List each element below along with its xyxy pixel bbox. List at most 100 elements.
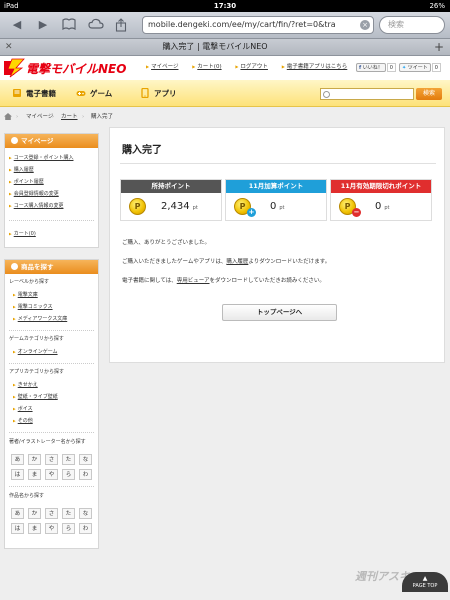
site-search-button[interactable]: 検索 xyxy=(416,88,442,100)
sidebar-link-course-register[interactable]: コース登録・ポイント購入 xyxy=(9,154,74,163)
new-tab-icon[interactable]: + xyxy=(434,39,444,55)
forward-icon[interactable]: ▶ xyxy=(36,18,50,32)
work-kana-ha-button[interactable]: は xyxy=(11,523,24,534)
kana-na-button[interactable]: な xyxy=(79,454,92,465)
sidebar-divider xyxy=(9,432,94,433)
breadcrumb-mypage[interactable]: マイページ xyxy=(26,108,53,126)
app-icon xyxy=(140,87,150,99)
purchase-history-link[interactable]: 購入履歴 xyxy=(226,259,248,265)
sidebar-link-course-info[interactable]: コース購入情報の変更 xyxy=(9,202,64,211)
share-icon[interactable] xyxy=(114,18,128,32)
header-links: マイページ カート(0) ログアウト 電子書籍アプリはこちら xyxy=(146,58,359,76)
kana-ka-button[interactable]: か xyxy=(28,454,41,465)
icloud-tabs-icon[interactable] xyxy=(88,18,104,32)
clear-url-icon[interactable]: × xyxy=(360,20,370,30)
work-kana-sa-button[interactable]: さ xyxy=(45,508,58,519)
kana-ra-button[interactable]: ら xyxy=(62,469,75,480)
download-message-pre: ご購入いただきましたゲームやアプリは、 xyxy=(122,259,227,265)
expiring-points-header: 11月有効期限切れポイント xyxy=(331,180,431,193)
close-tab-icon[interactable]: ✕ xyxy=(5,39,13,55)
added-points-value-wrap: 0 pt xyxy=(270,201,285,214)
gamepad-icon xyxy=(76,88,86,98)
ebook-app-link[interactable]: 電子書籍アプリはこちら xyxy=(282,64,348,70)
top-page-button[interactable]: トップページへ xyxy=(222,304,337,321)
url-text: mobile.dengeki.com/ee/my/cart/fin/?ret=0… xyxy=(148,20,336,29)
point-coin-icon: P xyxy=(129,198,146,215)
kana-ta-button[interactable]: た xyxy=(62,454,75,465)
work-kana-ya-button[interactable]: や xyxy=(45,523,58,534)
url-field[interactable]: mobile.dengeki.com/ee/my/cart/fin/?ret=0… xyxy=(142,16,374,34)
site-search-input[interactable] xyxy=(320,88,414,100)
sidebar-link-kisekae[interactable]: きせかえ xyxy=(13,381,38,390)
home-icon[interactable] xyxy=(4,113,12,120)
kana-ma-button[interactable]: ま xyxy=(28,469,41,480)
back-icon[interactable]: ◀ xyxy=(10,18,24,32)
sidebar-link-purchase-history[interactable]: 購入履歴 xyxy=(9,166,34,175)
sidebar-link-label-3[interactable]: メディアワークス文庫 xyxy=(13,315,68,324)
ebook-message: 電子書籍に関しては、専用ビューアをダウンロードしていただきお読みください。 xyxy=(122,277,325,285)
work-kana-na-button[interactable]: な xyxy=(79,508,92,519)
nav-ebooks[interactable]: 電子書籍 xyxy=(12,86,56,101)
main-panel: 購入完了 所持ポイント P 2,434 pt 11月加算ポイント P + 0 pt … xyxy=(109,127,445,363)
breadcrumb-separator: › xyxy=(82,114,85,120)
sidebar-divider xyxy=(9,363,94,364)
book-icon xyxy=(12,88,22,98)
breadcrumb-cart[interactable]: カート xyxy=(61,108,78,126)
mypage-link[interactable]: マイページ xyxy=(146,64,178,70)
logout-link[interactable]: ログアウト xyxy=(235,64,268,70)
sidebar-link-label-2[interactable]: 電撃コミックス xyxy=(13,303,53,312)
sidebar-link-other[interactable]: その他 xyxy=(13,417,33,426)
kana-ha-button[interactable]: は xyxy=(11,469,24,480)
work-kana-a-button[interactable]: あ xyxy=(11,508,24,519)
site-logo[interactable]: 電撃モバイルNEO xyxy=(4,58,136,78)
nav-ebooks-label: 電子書籍 xyxy=(26,89,56,98)
tab-bar: 購入完了 | 電撃モバイルNEO ✕ + xyxy=(0,39,450,56)
expiring-points-unit: pt xyxy=(384,205,390,211)
sidebar-link-label-1[interactable]: 電撃文庫 xyxy=(13,291,38,300)
expiring-points-card: 11月有効期限切れポイント P − 0 pt xyxy=(330,179,432,221)
sidebar-link-point-history[interactable]: ポイント履歴 xyxy=(9,178,44,187)
sidebar-divider xyxy=(9,220,94,221)
sidebar-link-cart[interactable]: カート(0) xyxy=(9,230,36,239)
page-top-label: PAGE TOP xyxy=(412,583,438,589)
work-kana-wa-button[interactable]: わ xyxy=(79,523,92,534)
owned-points-header: 所持ポイント xyxy=(121,180,221,193)
work-kana-ka-button[interactable]: か xyxy=(28,508,41,519)
kana-a-button[interactable]: あ xyxy=(11,454,24,465)
sidebar-link-voice[interactable]: ボイス xyxy=(13,405,33,414)
sidebar-link-member-info[interactable]: 会員登録情報の変更 xyxy=(9,190,59,199)
facebook-icon: f xyxy=(359,65,362,71)
category-nav: 電子書籍 ゲーム アプリ 検索 xyxy=(0,80,450,107)
work-kana-ra-button[interactable]: ら xyxy=(62,523,75,534)
bookmarks-icon[interactable] xyxy=(62,18,76,32)
browser-search-field[interactable]: 検索 xyxy=(379,16,445,34)
nav-apps[interactable]: アプリ xyxy=(140,86,177,101)
owned-points-value-wrap: 2,434 pt xyxy=(161,201,198,214)
clock: 17:30 xyxy=(213,2,237,10)
tweet-button[interactable]: ✦ ツイート xyxy=(398,63,431,72)
sidebar-mypage-header: マイページ xyxy=(5,134,98,148)
page-top-button[interactable]: ▲ PAGE TOP xyxy=(402,572,448,592)
kana-sa-button[interactable]: さ xyxy=(45,454,58,465)
breadcrumb-current: 購入完了 xyxy=(91,114,114,120)
nav-games[interactable]: ゲーム xyxy=(76,86,112,101)
sidebar-link-online-game[interactable]: オンラインゲーム xyxy=(13,348,58,357)
work-group-title: 作品名から探す xyxy=(9,493,45,499)
added-points-unit: pt xyxy=(279,205,285,211)
kana-wa-button[interactable]: わ xyxy=(79,469,92,480)
sidebar-divider xyxy=(9,486,94,487)
game-group-title: ゲームカテゴリから探す xyxy=(9,336,64,342)
added-points-card: 11月加算ポイント P + 0 pt xyxy=(225,179,327,221)
battery-level: 26% xyxy=(429,2,445,10)
like-button[interactable]: f いいね！ xyxy=(356,63,386,72)
active-tab[interactable]: 購入完了 | 電撃モバイルNEO xyxy=(0,39,430,55)
user-icon xyxy=(11,136,18,144)
viewer-link[interactable]: 専用ビューア xyxy=(177,278,210,284)
kana-ya-button[interactable]: や xyxy=(45,469,58,480)
sidebar-products-header: 商品を探す xyxy=(5,260,98,274)
work-kana-ma-button[interactable]: ま xyxy=(28,523,41,534)
cart-link[interactable]: カート(0) xyxy=(192,64,221,70)
like-label: いいね！ xyxy=(362,65,383,71)
work-kana-ta-button[interactable]: た xyxy=(62,508,75,519)
sidebar-link-wallpaper[interactable]: 壁紙・ライブ壁紙 xyxy=(13,393,58,402)
